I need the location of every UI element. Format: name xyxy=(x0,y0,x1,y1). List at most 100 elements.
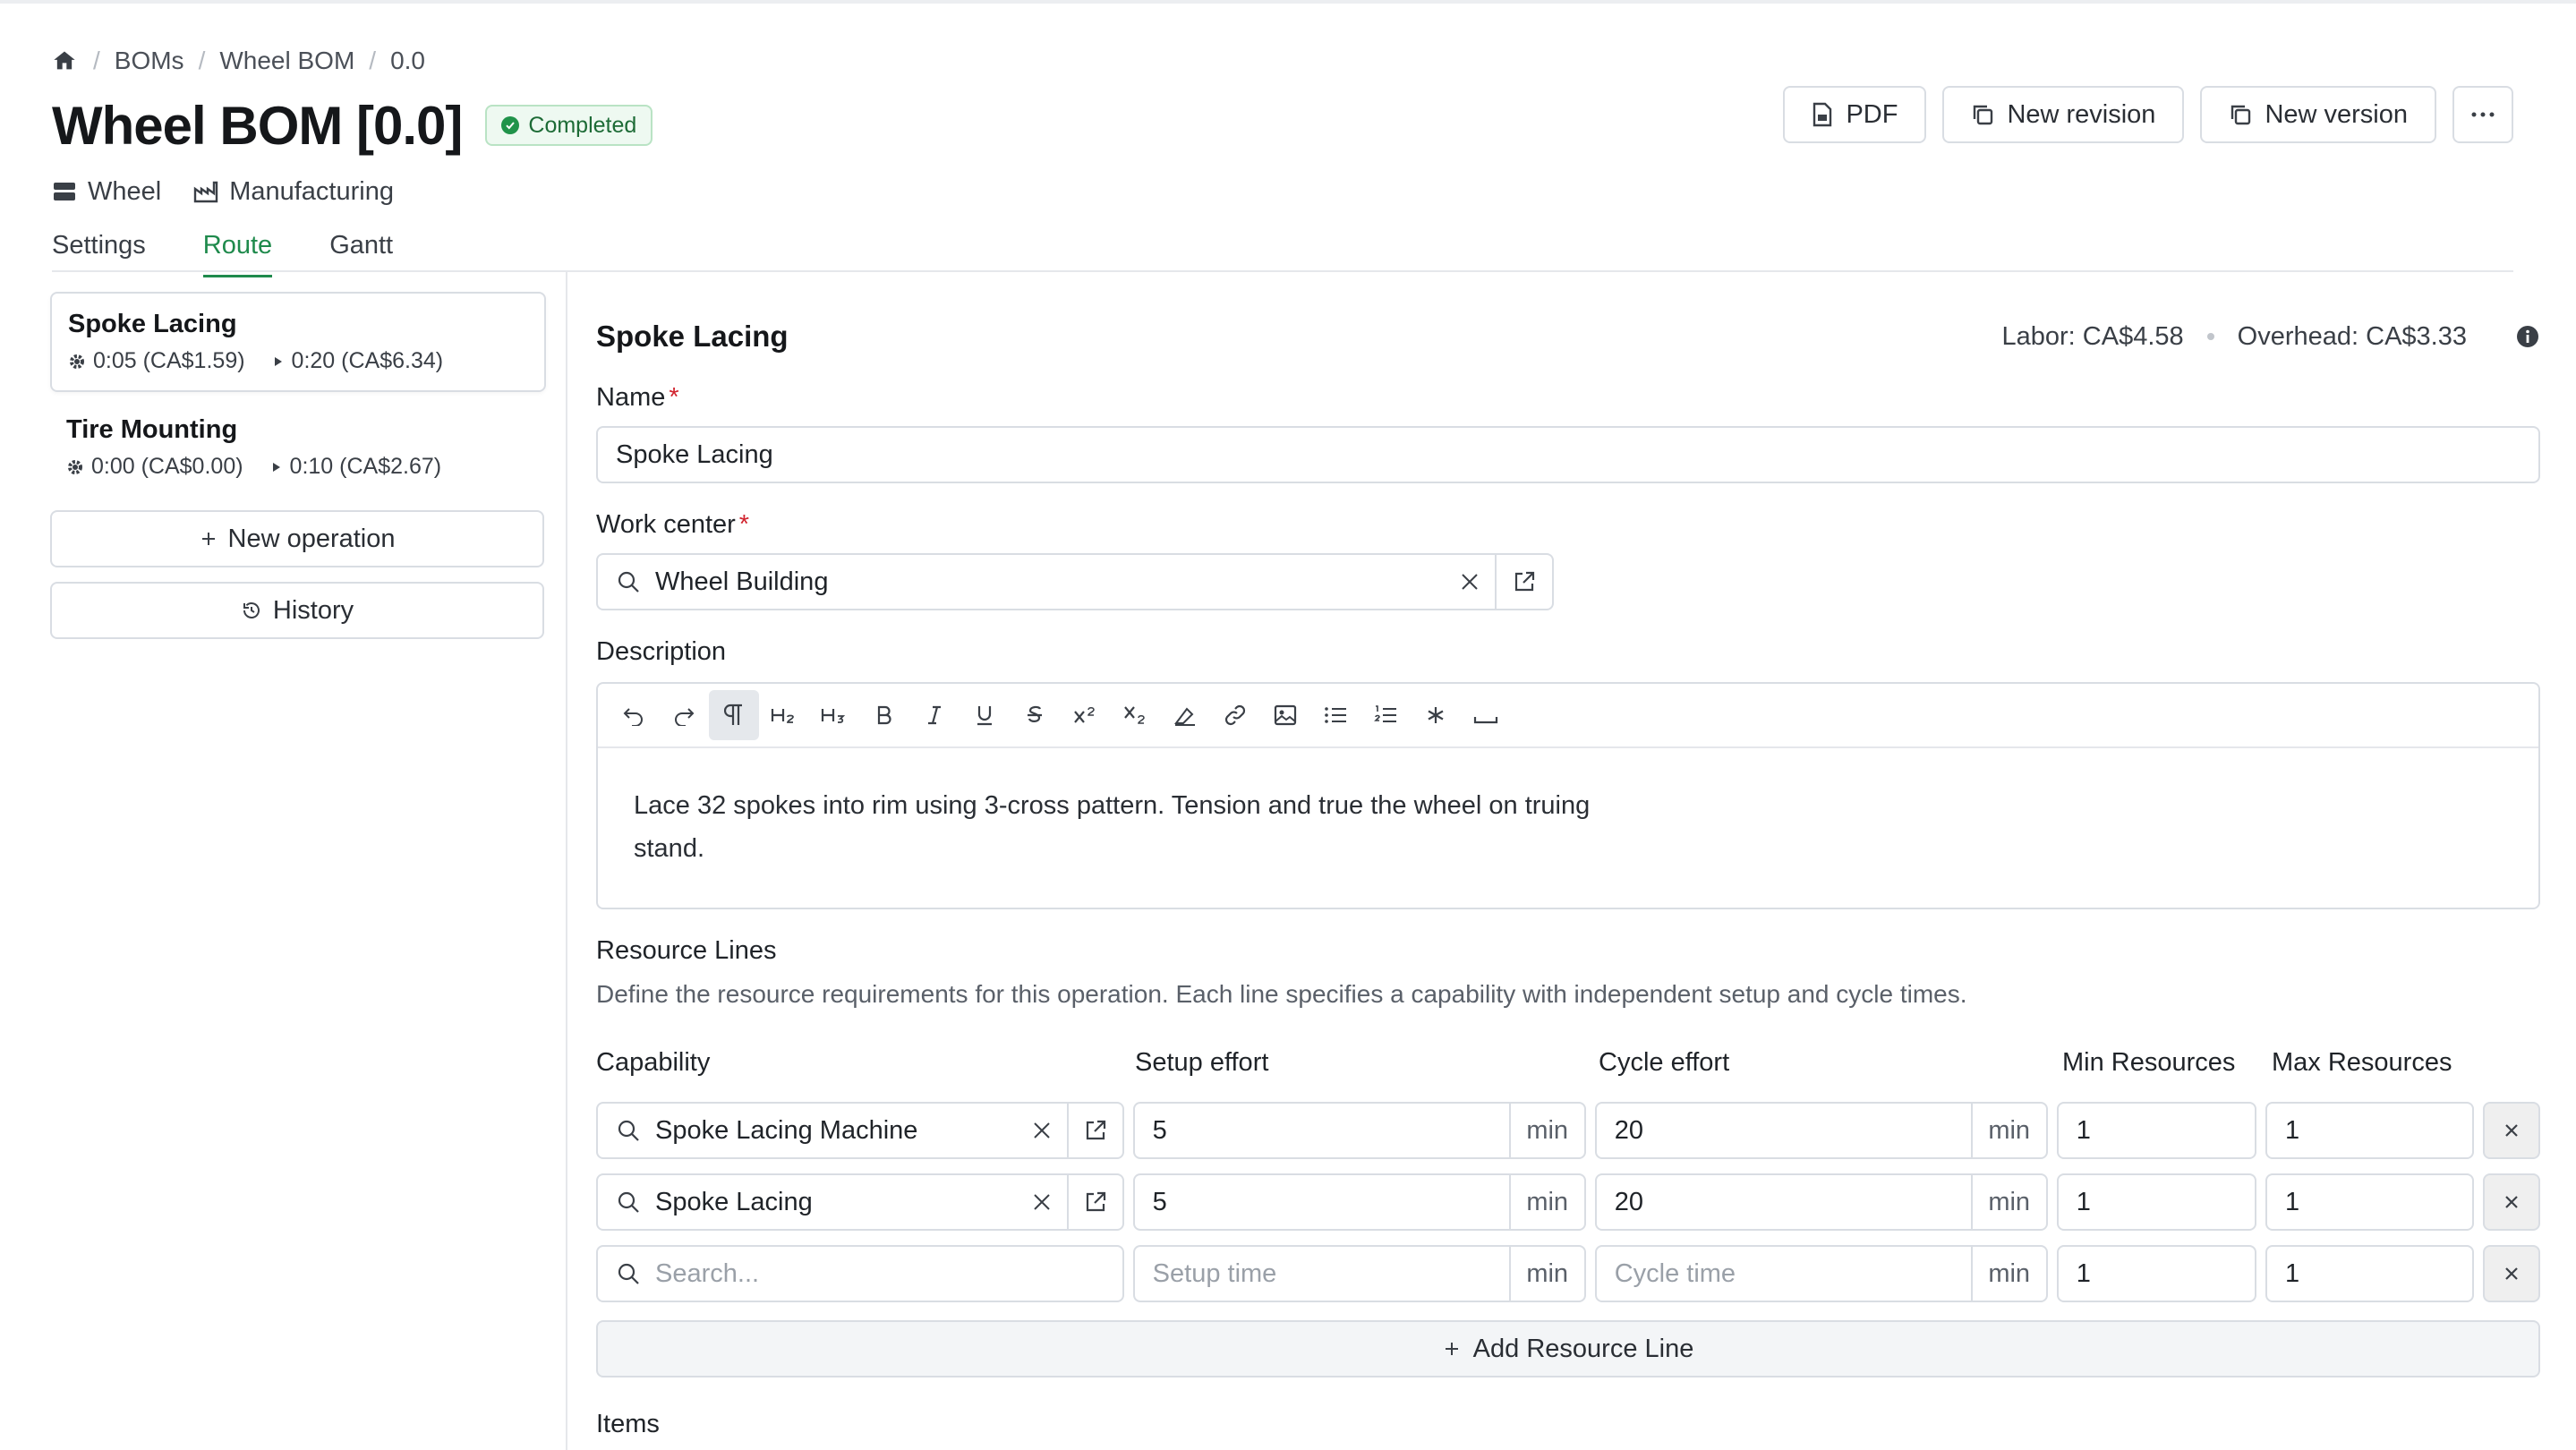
operation-card-tire-mounting[interactable]: Tire Mounting 0:00 (CA$0.00) 0:10 (CA$2.… xyxy=(50,399,546,496)
setup-effort-input[interactable]: 5 min xyxy=(1132,1102,1586,1159)
capability-select[interactable]: Spoke Lacing Machine xyxy=(596,1102,1124,1159)
capability-placeholder: Search... xyxy=(655,1258,760,1288)
new-revision-label: New revision xyxy=(2007,99,2156,129)
work-center-value: Wheel Building xyxy=(655,567,829,596)
pdf-icon xyxy=(1812,102,1833,127)
name-input-value: Spoke Lacing xyxy=(616,439,773,469)
undo-icon[interactable] xyxy=(609,690,659,740)
home-icon[interactable] xyxy=(52,47,79,74)
gear-icon xyxy=(68,353,86,371)
numbered-list-icon[interactable] xyxy=(1361,690,1411,740)
horizontal-rule-icon[interactable] xyxy=(1461,690,1511,740)
heading-3-icon[interactable] xyxy=(809,690,859,740)
resource-lines-description: Define the resource requirements for thi… xyxy=(596,980,1967,1008)
underline-icon[interactable] xyxy=(960,690,1010,740)
close-icon[interactable] xyxy=(1017,1104,1067,1157)
setup-unit: min xyxy=(1508,1247,1584,1301)
cycle-effort-input[interactable]: 20 min xyxy=(1594,1173,2048,1231)
max-resources-input[interactable]: 1 xyxy=(2265,1173,2475,1231)
cycle-time-input[interactable]: Cycle time min xyxy=(1594,1245,2048,1302)
operation-card-spoke-lacing[interactable]: Spoke Lacing 0:05 (CA$1.59) 0:20 (CA$6.3… xyxy=(50,292,546,392)
bold-icon[interactable] xyxy=(859,690,909,740)
breadcrumb-separator: / xyxy=(93,47,100,74)
resource-table-header: Capability Setup effort Cycle effort Min… xyxy=(596,1048,2540,1088)
breadcrumb-boms[interactable]: BOMs xyxy=(115,47,184,75)
cycle-time-value: 0:20 (CA$6.34) xyxy=(291,348,444,373)
remove-row-button[interactable] xyxy=(2483,1102,2541,1159)
operation-detail: Spoke Lacing Labor: CA$4.58 Overhead: CA… xyxy=(596,304,2541,1439)
description-text[interactable]: Lace 32 spokes into rim using 3-cross pa… xyxy=(598,748,1672,906)
clear-format-icon[interactable] xyxy=(1160,690,1210,740)
heading-2-icon[interactable] xyxy=(759,690,809,740)
breadcrumb-version[interactable]: 0.0 xyxy=(390,47,425,75)
header-actions: PDF New revision New version xyxy=(1783,86,2513,143)
setup-time: 0:05 (CA$1.59) xyxy=(68,348,245,374)
overhead-cost: Overhead: CA$3.33 xyxy=(2237,321,2467,351)
search-icon xyxy=(616,569,641,594)
editor-toolbar xyxy=(598,684,2538,748)
resource-row-new: Search... Setup time min Cycle time min … xyxy=(596,1245,2541,1302)
remove-row-button[interactable] xyxy=(2483,1245,2541,1302)
column-min-resources: Min Resources xyxy=(2062,1048,2236,1077)
min-resources-input[interactable]: 1 xyxy=(2056,1173,2256,1231)
external-link-icon[interactable] xyxy=(1495,555,1552,609)
more-options-button[interactable] xyxy=(2452,86,2513,143)
setup-time-input[interactable]: Setup time min xyxy=(1132,1245,1586,1302)
history-icon xyxy=(241,600,262,621)
add-resource-line-button[interactable]: Add Resource Line xyxy=(596,1320,2540,1378)
min-resources-input[interactable]: 1 xyxy=(2056,1102,2256,1159)
work-center-select[interactable]: Wheel Building xyxy=(596,553,1554,610)
search-icon xyxy=(616,1261,641,1286)
status-label: Completed xyxy=(528,112,637,138)
setup-effort-value: 5 xyxy=(1152,1187,1167,1216)
new-operation-button[interactable]: New operation xyxy=(50,510,544,567)
pdf-button[interactable]: PDF xyxy=(1783,86,1927,143)
new-version-label: New version xyxy=(2265,99,2408,129)
more-icon xyxy=(2471,112,2495,117)
cycle-time-value: 0:10 (CA$2.67) xyxy=(289,454,442,479)
max-resources-input[interactable]: 1 xyxy=(2265,1102,2475,1159)
italic-icon[interactable] xyxy=(909,690,960,740)
page-header: / BOMs / Wheel BOM / 0.0 Wheel BOM [0.0]… xyxy=(52,39,2513,277)
remove-row-button[interactable] xyxy=(2483,1173,2541,1231)
max-resources-input[interactable]: 1 xyxy=(2265,1245,2475,1302)
new-version-button[interactable]: New version xyxy=(2200,86,2436,143)
external-link-icon[interactable] xyxy=(1066,1175,1122,1229)
breadcrumb-separator: / xyxy=(198,47,206,74)
items-section-title: Items xyxy=(596,1410,660,1438)
info-icon[interactable] xyxy=(2515,324,2540,349)
setup-unit: min xyxy=(1508,1104,1584,1157)
name-input[interactable]: Spoke Lacing xyxy=(596,426,2540,483)
close-icon[interactable] xyxy=(1017,1175,1067,1229)
breadcrumb-wheel-bom[interactable]: Wheel BOM xyxy=(219,47,354,75)
header-divider xyxy=(52,270,2513,272)
close-icon[interactable] xyxy=(1445,555,1495,609)
resource-row: Spoke Lacing Machine 5 min 20 min 1 1 xyxy=(596,1102,2541,1159)
setup-time: 0:00 (CA$0.00) xyxy=(66,454,243,480)
link-icon[interactable] xyxy=(1210,690,1260,740)
redo-icon[interactable] xyxy=(659,690,709,740)
breadcrumb: / BOMs / Wheel BOM / 0.0 xyxy=(52,39,2513,82)
external-link-icon[interactable] xyxy=(1066,1104,1122,1157)
close-icon xyxy=(2503,1265,2521,1283)
cycle-time: 0:20 (CA$6.34) xyxy=(272,348,444,374)
plus-icon xyxy=(200,530,218,548)
new-revision-button[interactable]: New revision xyxy=(1942,86,2185,143)
search-icon xyxy=(616,1190,641,1215)
history-button[interactable]: History xyxy=(50,582,544,639)
cycle-effort-input[interactable]: 20 min xyxy=(1594,1102,2048,1159)
subscript-icon[interactable] xyxy=(1110,690,1160,740)
cost-separator xyxy=(2206,333,2214,340)
image-icon[interactable] xyxy=(1260,690,1310,740)
meta-item[interactable]: Wheel xyxy=(52,177,161,207)
capability-select[interactable]: Spoke Lacing xyxy=(596,1173,1124,1231)
paragraph-icon[interactable] xyxy=(709,690,759,740)
setup-effort-input[interactable]: 5 min xyxy=(1132,1173,1586,1231)
bullet-list-icon[interactable] xyxy=(1310,690,1361,740)
superscript-icon[interactable] xyxy=(1060,690,1110,740)
asterisk-icon[interactable] xyxy=(1411,690,1461,740)
strikethrough-icon[interactable] xyxy=(1010,690,1060,740)
capability-search[interactable]: Search... xyxy=(596,1245,1124,1302)
capability-value: Spoke Lacing xyxy=(655,1187,813,1216)
min-resources-input[interactable]: 1 xyxy=(2056,1245,2256,1302)
